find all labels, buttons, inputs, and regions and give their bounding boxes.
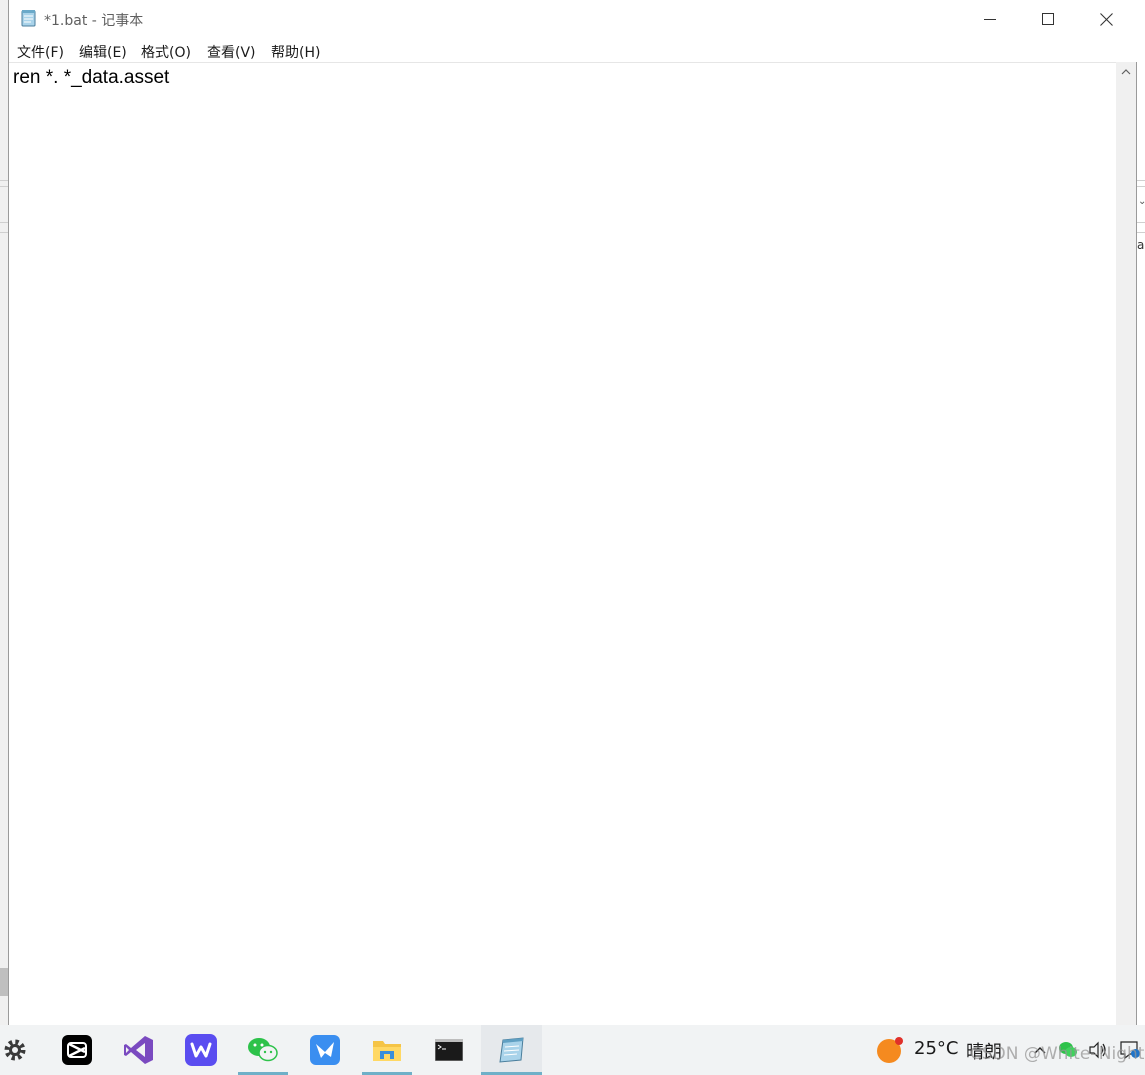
weather-temperature[interactable]: 25°C xyxy=(914,1038,958,1059)
visual-studio-icon xyxy=(124,1036,153,1064)
editor-content[interactable]: ren *. *_data.asset xyxy=(13,67,169,89)
taskbar-wechat[interactable] xyxy=(238,1025,288,1075)
wechat-icon xyxy=(248,1038,278,1062)
background-text-fragment: a xyxy=(1137,238,1145,252)
notepad-icon xyxy=(498,1037,524,1063)
maximize-icon xyxy=(1042,13,1054,25)
close-icon xyxy=(1099,12,1113,26)
maximize-button[interactable] xyxy=(1019,0,1077,38)
file-explorer-icon xyxy=(373,1041,401,1061)
chevron-down-icon: ⌄ xyxy=(1138,196,1145,207)
notepad-window: *1.bat - 记事本 文件(F) 编辑(E) 格式(O) 查看(V) 帮助(… xyxy=(8,0,1138,1025)
taskbar-visual-studio[interactable] xyxy=(114,1025,164,1075)
menu-view[interactable]: 查看(V) xyxy=(207,42,256,62)
taskbar-settings[interactable] xyxy=(0,1025,30,1075)
minimize-icon xyxy=(984,19,996,20)
settings-icon xyxy=(4,1039,26,1061)
vertical-scrollbar[interactable] xyxy=(1116,62,1136,1025)
capcut-icon xyxy=(62,1035,92,1065)
menu-edit[interactable]: 编辑(E) xyxy=(79,42,127,62)
scroll-up-arrow-icon[interactable] xyxy=(1121,68,1131,76)
menu-help[interactable]: 帮助(H) xyxy=(271,42,320,62)
wps-icon xyxy=(185,1034,217,1066)
menu-file[interactable]: 文件(F) xyxy=(17,42,64,62)
taskbar-wps[interactable] xyxy=(176,1025,226,1075)
watermark: CSDN @White–Night xyxy=(970,1044,1145,1064)
taskbar-capcut[interactable] xyxy=(52,1025,102,1075)
taskbar-file-explorer[interactable] xyxy=(362,1025,412,1075)
sun-icon[interactable] xyxy=(876,1036,904,1064)
close-button[interactable] xyxy=(1077,0,1135,38)
menu-bar: 文件(F) 编辑(E) 格式(O) 查看(V) 帮助(H) xyxy=(9,38,1138,62)
menu-format[interactable]: 格式(O) xyxy=(141,42,191,62)
taskbar-command-prompt[interactable] xyxy=(424,1025,474,1075)
command-prompt-icon xyxy=(435,1039,463,1061)
taskbar-feishu[interactable] xyxy=(300,1025,350,1075)
title-bar[interactable]: *1.bat - 记事本 xyxy=(9,0,1138,38)
feishu-icon xyxy=(310,1035,340,1065)
taskbar-notepad[interactable] xyxy=(481,1025,542,1075)
text-editor[interactable]: ren *. *_data.asset xyxy=(9,62,1116,1025)
window-title: *1.bat - 记事本 xyxy=(44,13,144,29)
background-window-right-edge: ⌄ a xyxy=(1137,0,1145,1025)
notepad-icon xyxy=(20,9,38,27)
minimize-button[interactable] xyxy=(961,0,1019,38)
